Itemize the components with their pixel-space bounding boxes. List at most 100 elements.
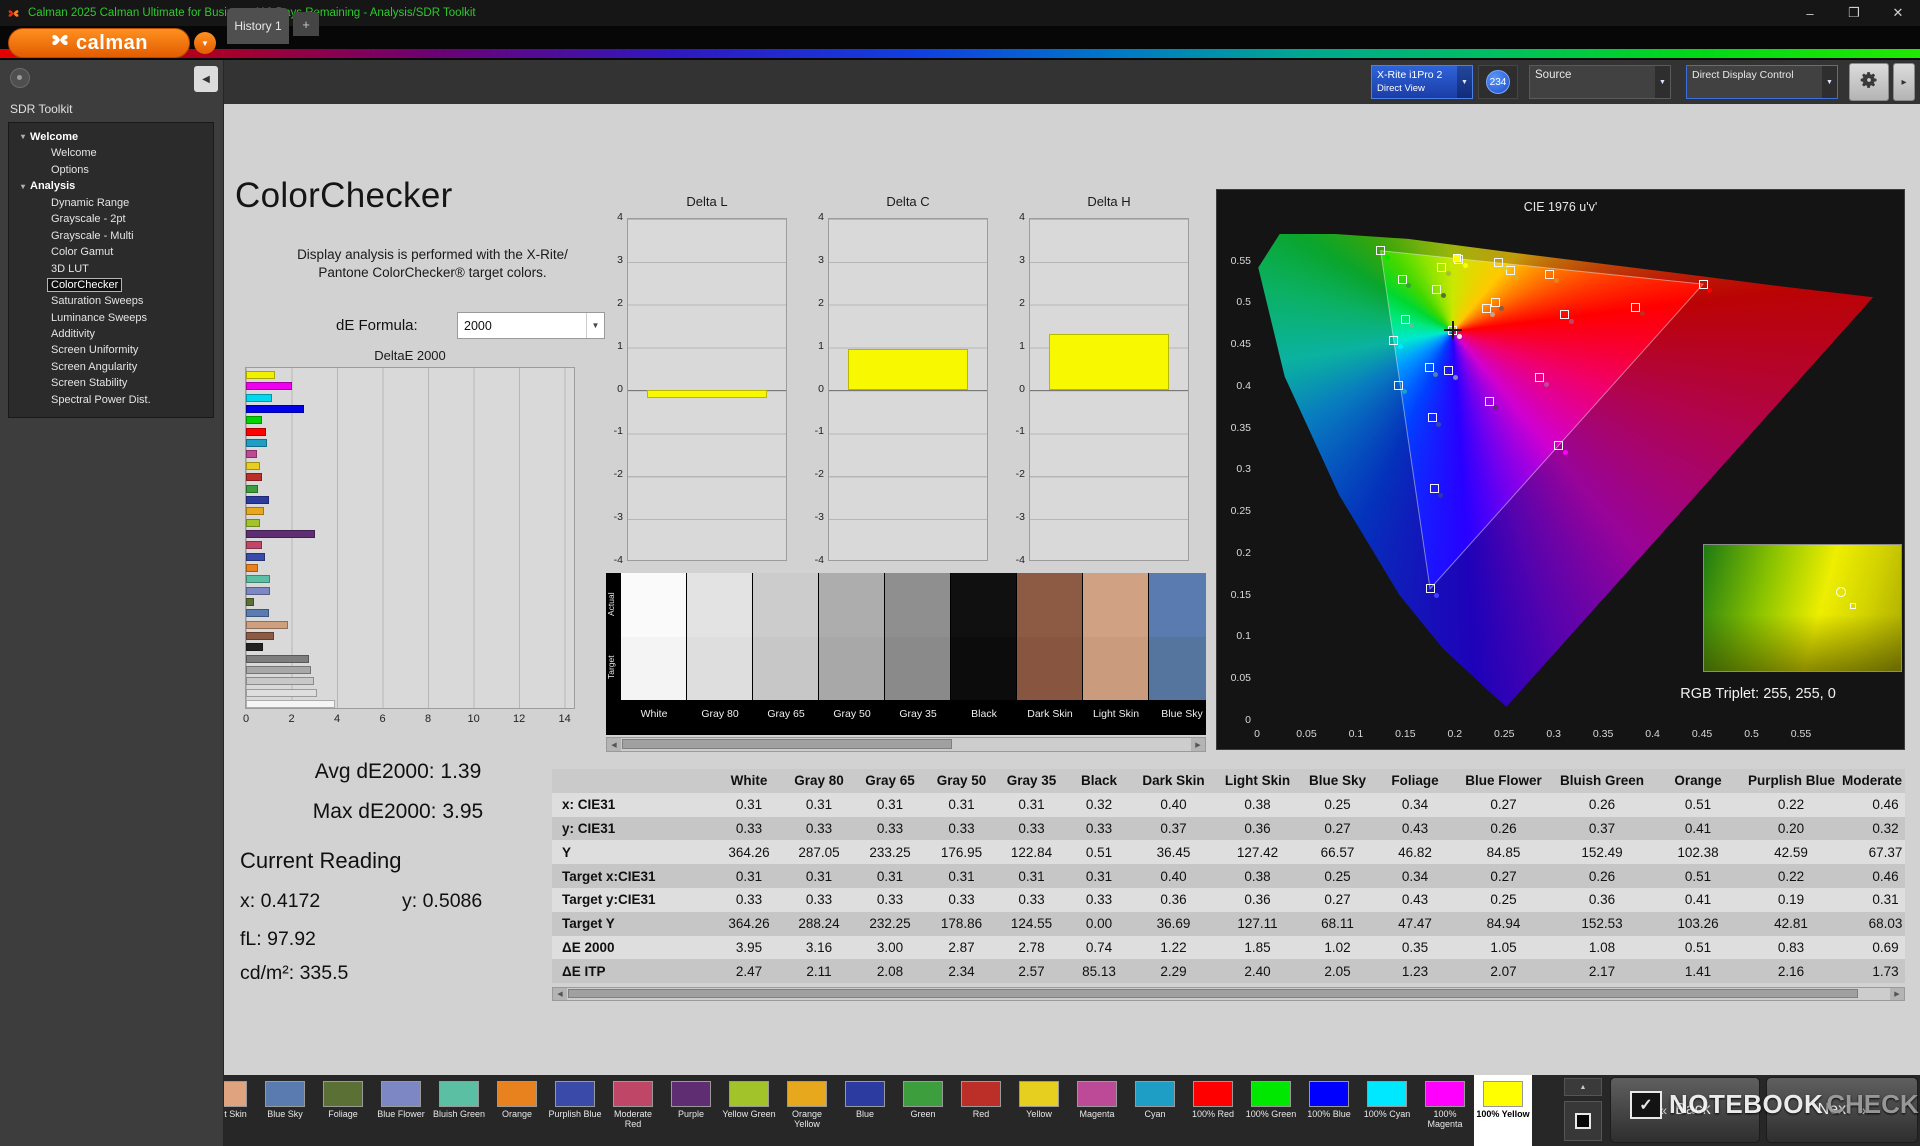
logo-text: calman bbox=[76, 31, 148, 54]
toolbar-patch-foliage[interactable]: Foliage bbox=[314, 1075, 372, 1146]
cie-chart-title: CIE 1976 u'v' bbox=[1523, 200, 1598, 214]
column-header: Light Skin bbox=[1215, 769, 1300, 793]
sidebar-item-colorchecker[interactable]: ColorChecker bbox=[9, 277, 213, 293]
scroll-left-icon[interactable]: ◀ bbox=[553, 988, 567, 1000]
swatch-gray-65 bbox=[753, 573, 819, 700]
strip-scrollbar[interactable]: ◀ ▶ bbox=[606, 737, 1206, 752]
toolbar-patch-moderate-red[interactable]: Moderate Red bbox=[604, 1075, 662, 1146]
sidebar-item-color-gamut[interactable]: Color Gamut bbox=[9, 244, 213, 260]
toolbar-patch-100-green[interactable]: 100% Green bbox=[1242, 1075, 1300, 1146]
sidebar-item-screen-angularity[interactable]: Screen Angularity bbox=[9, 359, 213, 375]
deltae-bar bbox=[246, 439, 267, 448]
settings-button[interactable] bbox=[1849, 63, 1889, 101]
toolbar-patch-cyan[interactable]: Cyan bbox=[1126, 1075, 1184, 1146]
sidebar-item-additivity[interactable]: Additivity bbox=[9, 326, 213, 342]
sidebar-item-screen-stability[interactable]: Screen Stability bbox=[9, 375, 213, 391]
cie-target-marker bbox=[1493, 257, 1503, 267]
chevron-up-icon: ▲ bbox=[1579, 1083, 1587, 1091]
toolbar-patch-purplish-blue[interactable]: Purplish Blue bbox=[546, 1075, 604, 1146]
toolbar-patch-red[interactable]: Red bbox=[952, 1075, 1010, 1146]
scroll-left-icon[interactable]: ◀ bbox=[607, 738, 621, 751]
sidebar-group-analysis[interactable]: ▾ Analysis bbox=[9, 178, 213, 195]
panel-toggle-button[interactable]: ▸ bbox=[1893, 63, 1915, 101]
sidebar-group-welcome[interactable]: ▾ Welcome bbox=[9, 128, 213, 145]
logo-menu-button[interactable]: ▼ bbox=[194, 32, 216, 54]
toolbar-patch-blue-sky[interactable]: Blue Sky bbox=[256, 1075, 314, 1146]
column-header: Foliage bbox=[1375, 769, 1455, 793]
sidebar-item-luminance-sweeps[interactable]: Luminance Sweeps bbox=[9, 310, 213, 326]
cie-measured-dot bbox=[1462, 263, 1468, 269]
cie-target-marker bbox=[1400, 314, 1410, 324]
cie-target-marker bbox=[1535, 373, 1545, 383]
toolbar-patch-100-magenta[interactable]: 100% Magenta bbox=[1416, 1075, 1474, 1146]
toolbar-patch-bluish-green[interactable]: Bluish Green bbox=[430, 1075, 488, 1146]
sidebar-tree: ▾ Welcome Welcome Options ▾ Analysis Dynamic R… bbox=[8, 122, 214, 418]
maximize-button[interactable]: ❐ bbox=[1832, 0, 1876, 26]
toolbar-patch-blue[interactable]: Blue bbox=[836, 1075, 894, 1146]
page-description: Display analysis is performed with the X… bbox=[297, 247, 568, 281]
sidebar-item-screen-uniformity[interactable]: Screen Uniformity bbox=[9, 342, 213, 358]
display-window-button[interactable] bbox=[1564, 1101, 1602, 1141]
toolbar-patch-purple[interactable]: Purple bbox=[662, 1075, 720, 1146]
deltae-bar bbox=[246, 461, 261, 470]
toolbar-patch-yellow[interactable]: Yellow bbox=[1010, 1075, 1068, 1146]
toolbar-patch-light-skin[interactable]: Light Skin bbox=[224, 1075, 256, 1146]
cie-target-marker bbox=[1545, 269, 1555, 279]
sidebar-item-welcome[interactable]: Welcome bbox=[9, 145, 213, 161]
cie-measured-dot bbox=[1562, 449, 1568, 455]
sidebar-item-3d-lut[interactable]: 3D LUT bbox=[9, 260, 213, 276]
tab-history-1[interactable]: History 1 bbox=[227, 8, 289, 44]
patch-swatch bbox=[224, 1081, 247, 1107]
toolbar-patch-100-yellow[interactable]: 100% Yellow bbox=[1474, 1075, 1532, 1146]
toolbar-patch-100-blue[interactable]: 100% Blue bbox=[1300, 1075, 1358, 1146]
table-row: Target x:CIE31 0.31 0.31 0.31 0.31 0.31 0.31 0.… bbox=[552, 864, 1905, 888]
sidebar-item-dynamic-range[interactable]: Dynamic Range bbox=[9, 195, 213, 211]
meter-name: X-Rite i1Pro 2 bbox=[1377, 69, 1443, 81]
cie-target-marker bbox=[1437, 262, 1447, 272]
table-scrollbar[interactable]: ◀ ▶ bbox=[552, 987, 1905, 1001]
toolbar-patch-yellow-green[interactable]: Yellow Green bbox=[720, 1075, 778, 1146]
strip-scroll-thumb[interactable] bbox=[622, 739, 952, 749]
close-button[interactable]: ✕ bbox=[1876, 0, 1920, 26]
toolbar-patch-100-red[interactable]: 100% Red bbox=[1184, 1075, 1242, 1146]
column-header: Gray 65 bbox=[854, 769, 926, 793]
toolbar-patch-100-cyan[interactable]: 100% Cyan bbox=[1358, 1075, 1416, 1146]
patch-swatch bbox=[1077, 1081, 1117, 1107]
patch-swatch bbox=[555, 1081, 595, 1107]
deltae-bar bbox=[246, 620, 288, 629]
add-tab-button[interactable]: + bbox=[293, 12, 319, 36]
sidebar-collapse-button[interactable]: ◀ bbox=[194, 66, 218, 92]
meter-dropdown[interactable]: X-Rite i1Pro 2 Direct View ▼ bbox=[1371, 65, 1473, 99]
toolbar-patch-orange[interactable]: Orange bbox=[488, 1075, 546, 1146]
de-formula-dropdown[interactable]: 2000 ▼ bbox=[457, 312, 605, 339]
toolbar-patch-magenta[interactable]: Magenta bbox=[1068, 1075, 1126, 1146]
deltae-bar bbox=[246, 484, 259, 493]
toolbar-patch-green[interactable]: Green bbox=[894, 1075, 952, 1146]
toolbar-patch-orange-yellow[interactable]: Orange Yellow bbox=[778, 1075, 836, 1146]
calman-logo[interactable]: calman bbox=[8, 28, 190, 58]
sidebar-menu-button[interactable] bbox=[10, 68, 30, 88]
rainbow-strip bbox=[0, 49, 1920, 58]
table-row: Target y:CIE31 0.33 0.33 0.33 0.33 0.33 0.33 0.… bbox=[552, 887, 1905, 912]
minimize-button[interactable]: – bbox=[1788, 0, 1832, 26]
deltae-bar bbox=[246, 427, 267, 436]
patch-swatch bbox=[1367, 1081, 1407, 1107]
display-control-dropdown[interactable]: Direct Display Control ▼ bbox=[1686, 65, 1838, 99]
sidebar-item-grayscale-multi[interactable]: Grayscale - Multi bbox=[9, 228, 213, 244]
swatch-labels: White Gray 80 Gray 65 Gray 50 Gray 35 Black Da… bbox=[640, 708, 1203, 720]
column-header: White bbox=[714, 769, 784, 793]
cie-measured-dot bbox=[1568, 318, 1574, 324]
expand-toolbar-button[interactable]: ▲ bbox=[1564, 1078, 1602, 1096]
sidebar-item-spectral-power-dist[interactable]: Spectral Power Dist. bbox=[9, 391, 213, 407]
cie-target-marker bbox=[1631, 302, 1641, 312]
meter-count-badge[interactable]: 234 bbox=[1486, 70, 1510, 94]
table-scroll-thumb[interactable] bbox=[568, 989, 1858, 998]
source-dropdown[interactable]: Source ▼ bbox=[1529, 65, 1671, 99]
scroll-right-icon[interactable]: ▶ bbox=[1191, 738, 1205, 751]
sidebar-item-saturation-sweeps[interactable]: Saturation Sweeps bbox=[9, 293, 213, 309]
sidebar-item-options[interactable]: Options bbox=[9, 161, 213, 177]
toolbar-patch-blue-flower[interactable]: Blue Flower bbox=[372, 1075, 430, 1146]
scroll-right-icon[interactable]: ▶ bbox=[1890, 988, 1904, 1000]
sidebar-item-grayscale-2pt[interactable]: Grayscale - 2pt bbox=[9, 211, 213, 227]
toolbar-swatches: Light SkinBlue SkyFoliageBlue FlowerBlui… bbox=[224, 1075, 1560, 1146]
